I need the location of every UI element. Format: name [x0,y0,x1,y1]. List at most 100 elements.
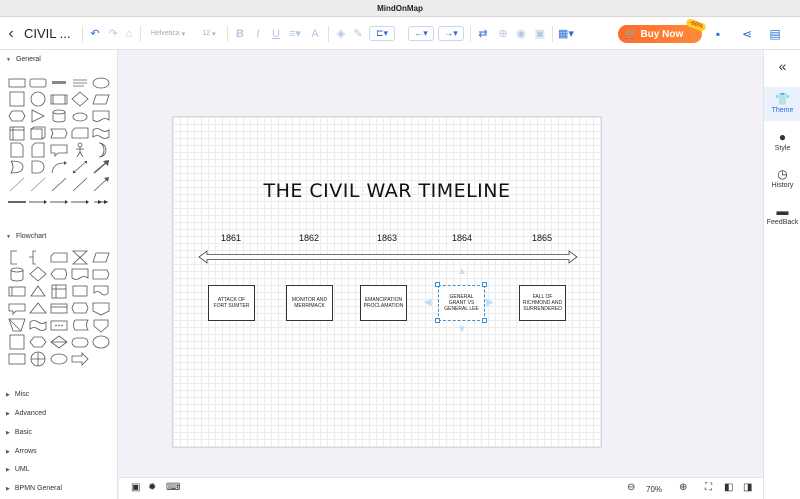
parallelogram-shape[interactable] [91,91,111,108]
connect-arrow-right-icon[interactable]: ▶ [486,297,494,308]
data-shape[interactable] [91,249,111,266]
font-family-select[interactable]: Helvetica ▾ [148,17,188,50]
save-icon[interactable]: ▪ [709,25,727,43]
history-tab[interactable]: ◷ History [764,167,800,189]
step-shape[interactable] [49,125,69,142]
event-box[interactable]: FALL OF RICHMOND AND SURRENDERED [519,285,566,321]
annotation-shape[interactable] [7,249,27,266]
export-icon[interactable]: ▤ [766,25,784,43]
triangle-shape[interactable] [28,108,48,125]
or-shape[interactable] [7,159,27,176]
summing-junction-shape[interactable] [28,351,48,368]
square-flow-shape[interactable] [7,334,27,351]
off-page-shape[interactable] [91,283,111,300]
line-color-icon[interactable]: ✎ [352,17,364,50]
bold-icon[interactable]: B [234,17,246,50]
preparation-shape[interactable] [70,300,90,317]
fill-color-icon[interactable]: ◈ [335,17,347,50]
table-icon[interactable]: ▦▾ [557,17,575,50]
cylinder-shape[interactable] [49,108,69,125]
text-shape[interactable] [49,74,69,91]
zoom-in-icon[interactable]: ⊕ [679,482,687,493]
resize-handle[interactable] [435,282,440,287]
document-shape[interactable] [91,108,111,125]
arrow-line-shape[interactable] [91,176,111,193]
note-shape[interactable] [7,142,27,159]
stored-data-shape[interactable] [70,317,90,334]
connect-arrow-left-icon[interactable]: ◀ [424,297,432,308]
cube-shape[interactable] [28,125,48,142]
collate-shape[interactable] [70,249,90,266]
timeline-double-arrow[interactable] [198,249,578,265]
shield-shape[interactable] [91,317,111,334]
fullscreen-icon[interactable]: ◨ [743,482,752,493]
actual-size-icon[interactable]: ◧ [724,482,733,493]
merge-shape[interactable] [28,283,48,300]
line-shape-2[interactable] [28,176,48,193]
event-box[interactable]: MONITOR AND MERRIMACK [286,285,333,321]
year-label[interactable]: 1865 [522,233,562,243]
annotation-2-shape[interactable] [28,249,48,266]
ellipse-shape[interactable] [91,74,111,91]
feedback-tab[interactable]: ▬ FeedBack [764,204,800,226]
manual-operation-shape[interactable] [70,283,90,300]
canvas-area[interactable]: THE CIVIL WAR TIMELINE 1861 1862 1863 18… [119,50,763,477]
event-box[interactable]: EMANCIPATION PROCLAMATION [360,285,407,321]
category-general[interactable]: ▼ General [6,56,41,63]
delay-shape[interactable] [28,159,48,176]
year-label[interactable]: 1864 [442,233,482,243]
curved-arrow-shape[interactable] [49,159,69,176]
card-shape[interactable] [70,125,90,142]
year-label[interactable]: 1863 [367,233,407,243]
oval-flow-shape[interactable] [49,351,69,368]
crescent-shape[interactable] [91,142,111,159]
diagram-title[interactable]: THE CIVIL WAR TIMELINE [173,180,601,202]
card-corner-shape[interactable] [28,142,48,159]
cloud-shape[interactable] [70,108,90,125]
textbox-shape[interactable] [70,74,90,91]
format-painter-icon[interactable]: ⌂ [123,17,135,50]
display-shape[interactable] [49,266,69,283]
category-flowchart[interactable]: ▼ Flowchart [6,233,46,240]
line-shape-3[interactable] [49,176,69,193]
back-icon[interactable]: ‹ [4,17,18,50]
end-arrow-select[interactable]: →▾ [438,26,464,41]
triangle-flow-shape[interactable] [28,300,48,317]
theme-toggle-icon[interactable]: ✹ [148,482,156,493]
line-shape-4[interactable] [70,176,90,193]
rounded-rectangle-shape[interactable] [28,74,48,91]
manual-input-shape[interactable] [49,283,69,300]
flow-arrow-shape[interactable] [70,351,90,368]
horizontal-arrow-shape[interactable] [28,193,48,210]
resize-handle[interactable] [482,318,487,323]
zoom-out-icon[interactable]: ⊖ [627,482,635,493]
tape-shape[interactable] [91,125,111,142]
diagonal-arrow-shape[interactable] [91,159,111,176]
category-misc[interactable]: ▶ Misc [6,391,29,398]
connector-shape[interactable] [91,334,111,351]
sort-shape[interactable] [7,317,27,334]
predefined-process-shape[interactable] [49,300,69,317]
card-flow-shape[interactable] [49,249,69,266]
horizontal-arrow-3-shape[interactable] [70,193,90,210]
category-bpmn-general[interactable]: ▶ BPMN General [6,485,62,492]
link-icon[interactable]: ⊕ [497,17,509,50]
diagram-page[interactable]: THE CIVIL WAR TIMELINE 1861 1862 1863 18… [172,116,602,448]
hexagon-shape[interactable] [7,108,27,125]
process-flow-shape[interactable] [91,300,111,317]
fit-page-icon[interactable]: ⛶ [705,482,712,493]
square-shape[interactable] [7,91,27,108]
font-size-select[interactable]: 12 ▾ [197,17,221,50]
connector-style-select[interactable]: ⊏▾ [369,26,395,41]
internal-storage-shape[interactable] [7,125,27,142]
process-shape[interactable] [49,91,69,108]
terminator-shape[interactable] [70,334,90,351]
font-color-icon[interactable]: A [309,17,321,50]
category-arrows[interactable]: ▶ Arrows [6,448,37,455]
connect-arrow-up-icon[interactable]: ▲ [457,266,467,277]
keyboard-icon[interactable]: ⌨ [166,482,180,493]
decision-shape[interactable] [28,266,48,283]
category-basic[interactable]: ▶ Basic [6,429,32,436]
delay-flow-shape[interactable] [7,351,27,368]
resize-handle[interactable] [482,282,487,287]
